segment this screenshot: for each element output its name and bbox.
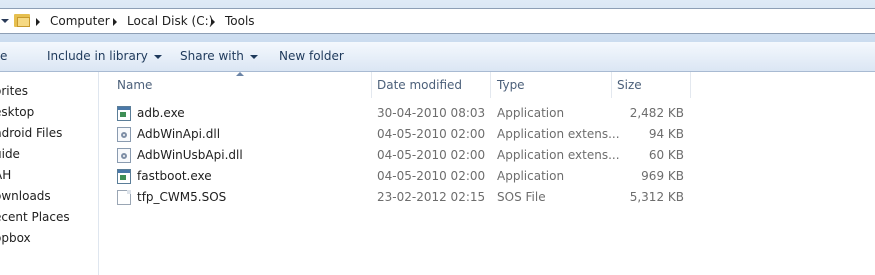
file-size: 60 KB xyxy=(648,148,684,162)
share-with-button[interactable]: Share with xyxy=(180,49,258,63)
file-date: 23-02-2012 02:15 xyxy=(377,190,486,204)
breadcrumb-tools[interactable]: Tools xyxy=(225,14,255,28)
file-name: AdbWinApi.dll xyxy=(137,127,221,141)
file-type: SOS File xyxy=(497,190,546,204)
nav-item-downloads[interactable]: ownloads xyxy=(0,189,51,203)
column-divider[interactable] xyxy=(690,72,691,98)
file-type: Application xyxy=(497,169,565,183)
file-type: Application xyxy=(497,106,565,120)
column-header-size[interactable]: Size xyxy=(617,78,642,92)
nav-item-ah[interactable]: AH xyxy=(0,168,11,182)
chevron-down-icon xyxy=(249,54,258,59)
column-header-date[interactable]: Date modified xyxy=(377,78,462,92)
file-size: 94 KB xyxy=(648,127,684,141)
breadcrumb-computer[interactable]: Computer xyxy=(50,14,110,28)
navigation-pane: orites esktop ndroid Files uide AH ownlo… xyxy=(0,72,99,275)
breadcrumb-separator-icon[interactable] xyxy=(211,18,215,26)
file-row[interactable]: tfp_CWM5.SOS 23-02-2012 02:15 SOS File 5… xyxy=(99,187,875,208)
file-row[interactable]: AdbWinUsbApi.dll 04-05-2010 02:00 Applic… xyxy=(99,145,875,166)
file-icon xyxy=(117,190,131,205)
nav-item-dropbox[interactable]: opbox xyxy=(0,231,31,245)
include-in-library-button[interactable]: Include in library xyxy=(47,49,162,63)
nav-item-desktop[interactable]: esktop xyxy=(0,105,34,119)
command-bar: e Include in library Share with New fold… xyxy=(0,42,875,72)
column-header-type[interactable]: Type xyxy=(497,78,525,92)
share-with-label: Share with xyxy=(180,49,244,63)
new-folder-button[interactable]: New folder xyxy=(279,49,344,63)
include-in-library-label: Include in library xyxy=(47,49,148,63)
file-type: Application extens... xyxy=(497,127,620,141)
dll-icon xyxy=(117,127,131,142)
sort-ascending-icon xyxy=(236,72,244,76)
column-divider[interactable] xyxy=(490,72,491,98)
nav-item-guide[interactable]: uide xyxy=(0,147,20,161)
file-date: 30-04-2010 08:03 xyxy=(377,106,486,120)
file-size: 2,482 KB xyxy=(629,106,684,120)
organize-label: e xyxy=(0,49,8,63)
nav-item-favorites[interactable]: orites xyxy=(0,84,28,98)
file-row[interactable]: fastboot.exe 04-05-2010 02:00 Applicatio… xyxy=(99,166,875,187)
column-divider[interactable] xyxy=(371,72,372,98)
file-name: tfp_CWM5.SOS xyxy=(137,190,227,204)
breadcrumb-local-disk[interactable]: Local Disk (C:) xyxy=(127,14,213,28)
column-header-name[interactable]: Name xyxy=(117,78,152,92)
file-size: 969 KB xyxy=(641,169,684,183)
file-name: fastboot.exe xyxy=(137,169,212,183)
file-date: 04-05-2010 02:00 xyxy=(377,148,486,162)
column-header-row: Name Date modified Type Size xyxy=(99,72,875,97)
folder-icon xyxy=(14,12,30,28)
dll-icon xyxy=(117,148,131,163)
breadcrumb-separator-icon[interactable] xyxy=(36,18,40,26)
file-row[interactable]: adb.exe 30-04-2010 08:03 Application 2,4… xyxy=(99,103,875,124)
file-name: adb.exe xyxy=(137,106,185,120)
exe-icon xyxy=(117,106,131,121)
file-row[interactable]: AdbWinApi.dll 04-05-2010 02:00 Applicati… xyxy=(99,124,875,145)
file-type: Application extens... xyxy=(497,148,620,162)
nav-item-android-files[interactable]: ndroid Files xyxy=(0,126,62,140)
address-history-dropdown[interactable] xyxy=(0,9,12,33)
file-size: 5,312 KB xyxy=(629,190,684,204)
breadcrumb-separator-icon[interactable] xyxy=(113,18,117,26)
exe-icon xyxy=(117,169,131,184)
file-list: Name Date modified Type Size adb.exe 30-… xyxy=(99,72,875,275)
file-date: 04-05-2010 02:00 xyxy=(377,169,486,183)
column-divider[interactable] xyxy=(611,72,612,98)
chevron-down-icon xyxy=(153,54,162,59)
address-bar-area: Computer Local Disk (C:) Tools xyxy=(0,0,875,42)
organize-button[interactable]: e xyxy=(0,49,7,63)
file-name: AdbWinUsbApi.dll xyxy=(137,148,243,162)
nav-item-recent-places[interactable]: ecent Places xyxy=(0,210,70,224)
file-date: 04-05-2010 02:00 xyxy=(377,127,486,141)
